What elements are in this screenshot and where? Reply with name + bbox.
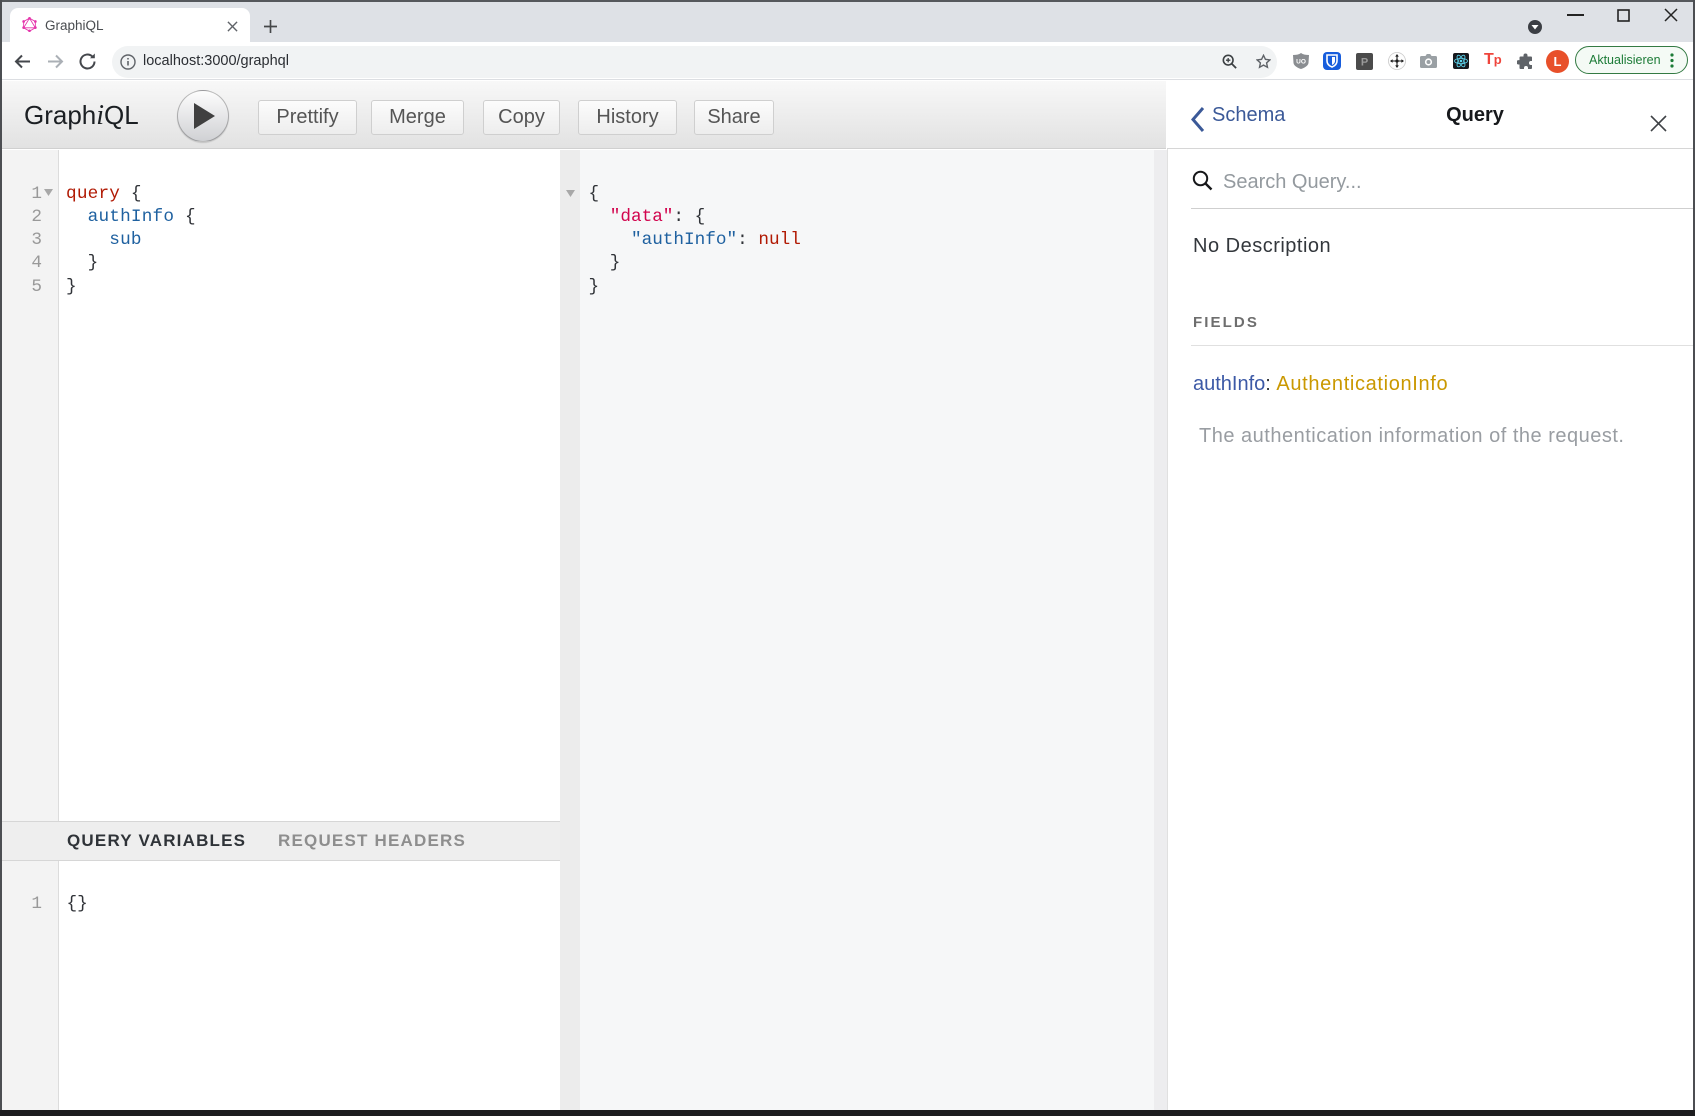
svg-text:P: P [1361,57,1368,69]
svg-text:UO: UO [1296,59,1306,66]
